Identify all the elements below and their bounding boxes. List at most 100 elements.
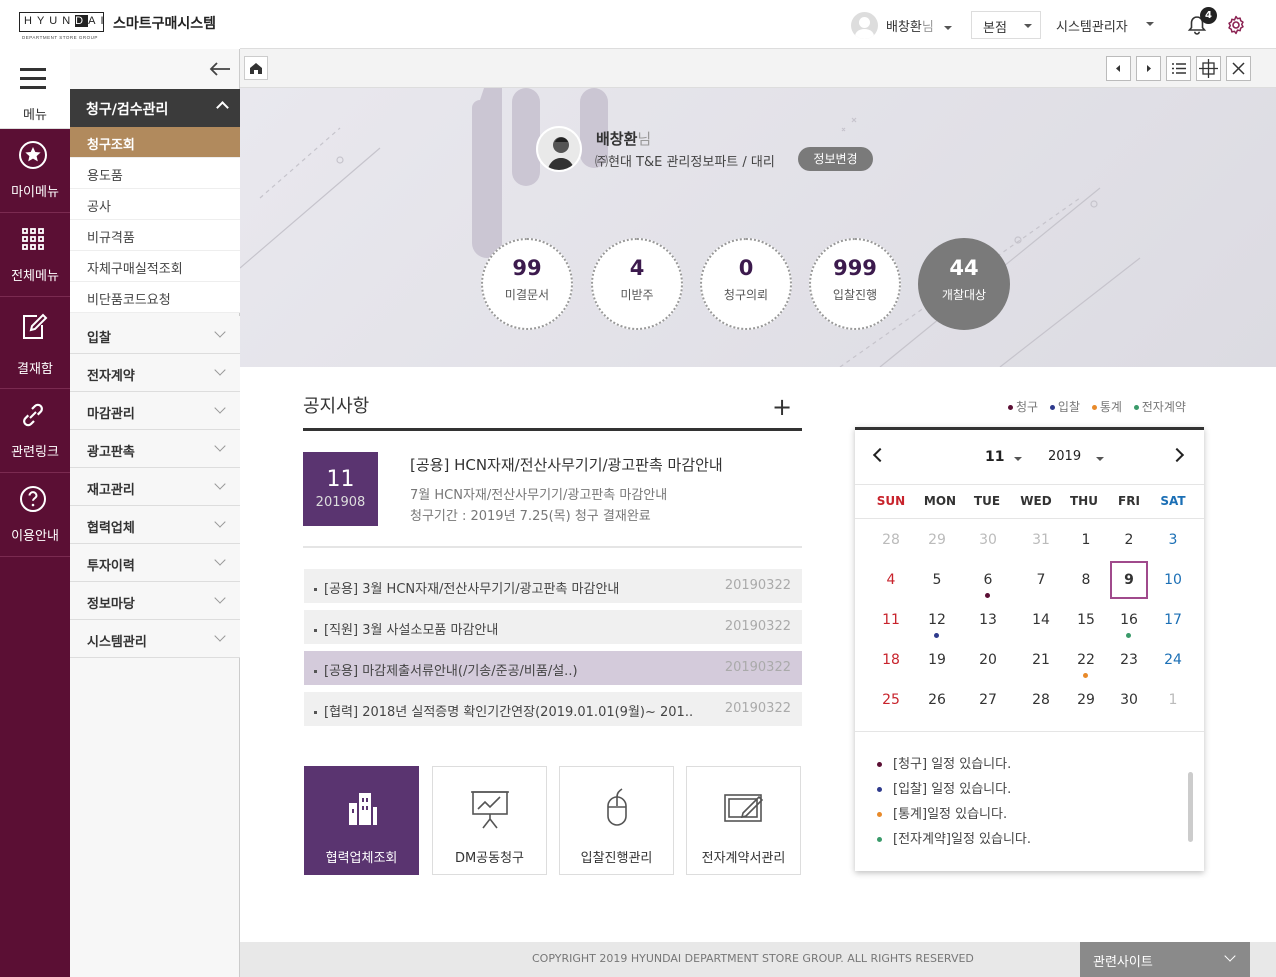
menu-button[interactable]: 메뉴 bbox=[0, 49, 70, 129]
subnav-section-header[interactable]: 청구/검수관리 bbox=[70, 89, 240, 127]
calendar-day[interactable]: 23 bbox=[1110, 641, 1148, 679]
tab-close-all-button[interactable] bbox=[1226, 56, 1251, 81]
calendar-day[interactable]: 26 bbox=[918, 681, 956, 719]
featured-notice-title[interactable]: [공용] HCN자재/전산사무기기/광고판촉 마감안내 bbox=[410, 454, 723, 475]
calendar-day[interactable]: 18 bbox=[872, 641, 910, 679]
calendar-day[interactable]: 29 bbox=[918, 521, 956, 559]
calendar-day[interactable]: 24 bbox=[1154, 641, 1192, 679]
stat-requests[interactable]: 0 청구의뢰 bbox=[700, 238, 792, 330]
chevron-down-icon bbox=[214, 440, 226, 452]
tab-fullscreen-button[interactable] bbox=[1196, 56, 1221, 81]
subnav-group[interactable]: 재고관리 bbox=[70, 468, 240, 506]
leftbar-item-allmenu[interactable]: 전체메뉴 bbox=[0, 213, 70, 297]
arrow-left-icon[interactable] bbox=[208, 60, 232, 78]
calendar-day[interactable]: 21 bbox=[1022, 641, 1060, 679]
calendar-year-select[interactable]: 2019 bbox=[1048, 449, 1081, 464]
stat-opening[interactable]: 44 개찰대상 bbox=[918, 238, 1010, 330]
user-menu[interactable]: 배창환님 bbox=[886, 16, 952, 35]
calendar-day[interactable]: 4 bbox=[872, 561, 910, 599]
calendar-day-today[interactable]: 9 bbox=[1110, 561, 1148, 599]
notice-row[interactable]: [공용] 3월 HCN자재/전산사무기기/광고판촉 마감안내 20190322 bbox=[304, 569, 802, 603]
tab-list-button[interactable] bbox=[1166, 56, 1191, 81]
calendar-day[interactable]: 13 bbox=[969, 601, 1007, 639]
branch-select[interactable]: 본점 bbox=[971, 11, 1041, 39]
subnav-item[interactable]: 용도품 bbox=[70, 158, 240, 189]
subnav-item[interactable]: 비단품코드요청 bbox=[70, 282, 240, 313]
notice-more-button[interactable]: + bbox=[772, 395, 792, 419]
calendar-month-select[interactable]: 11 bbox=[985, 449, 1004, 465]
home-button[interactable] bbox=[244, 56, 268, 80]
calendar-day[interactable]: 20 bbox=[969, 641, 1007, 679]
leftbar-item-links[interactable]: 관련링크 bbox=[0, 389, 70, 473]
gear-icon[interactable] bbox=[1226, 15, 1246, 35]
subnav-group[interactable]: 정보마당 bbox=[70, 582, 240, 620]
notice-row[interactable]: [직원] 3월 사설소모품 마감안내 20190322 bbox=[304, 610, 802, 644]
tab-next-button[interactable] bbox=[1136, 56, 1161, 81]
logo[interactable]: HYUNDAI DEPARTMENT STORE GROUP 스마트구매시스템 bbox=[0, 0, 240, 49]
quick-bid-management-button[interactable]: 입찰진행관리 bbox=[559, 766, 674, 875]
stat-bidding[interactable]: 999 입찰진행 bbox=[809, 238, 901, 330]
caret-down-icon[interactable] bbox=[1146, 22, 1154, 26]
stat-pending-docs[interactable]: 99 미결문서 bbox=[481, 238, 573, 330]
calendar-day[interactable]: 15 bbox=[1067, 601, 1105, 639]
quick-partner-search-button[interactable]: 협력업체조회 bbox=[304, 766, 419, 875]
featured-notice-period: 청구기간 : 2019년 7.25(목) 청구 결재완료 bbox=[410, 509, 651, 524]
calendar-day[interactable]: 17 bbox=[1154, 601, 1192, 639]
calendar-day[interactable]: 1 bbox=[1154, 681, 1192, 719]
calendar-day[interactable]: 11 bbox=[872, 601, 910, 639]
quick-button-label: 전자계약서관리 bbox=[701, 851, 786, 866]
subnav-item[interactable]: 비규격품 bbox=[70, 220, 240, 251]
subnav-item[interactable]: 공사 bbox=[70, 189, 240, 220]
leftbar-item-help[interactable]: 이용안내 bbox=[0, 473, 70, 557]
calendar-day[interactable]: 31 bbox=[1022, 521, 1060, 559]
calendar-day[interactable]: 10 bbox=[1154, 561, 1192, 599]
leftbar-item-approval[interactable]: 결재함 bbox=[0, 297, 70, 389]
edit-info-button[interactable]: 정보변경 bbox=[798, 147, 873, 171]
subnav-group[interactable]: 입찰 bbox=[70, 316, 240, 354]
subnav-item-active[interactable]: 청구조회 bbox=[70, 127, 240, 158]
caret-down-icon[interactable] bbox=[1096, 457, 1104, 461]
profile-suffix: 님 bbox=[637, 130, 652, 148]
subnav-group[interactable]: 투자이력 bbox=[70, 544, 240, 582]
calendar-day[interactable]: 28 bbox=[872, 521, 910, 559]
calendar-day[interactable]: 14 bbox=[1022, 601, 1060, 639]
calendar-day[interactable]: 22 bbox=[1067, 641, 1105, 679]
notice-row-highlighted[interactable]: [공용] 마감제출서류안내(/기송/준공/비품/설..) 20190322 bbox=[304, 651, 802, 685]
subnav-item[interactable]: 자체구매실적조회 bbox=[70, 251, 240, 282]
user-avatar[interactable] bbox=[851, 12, 878, 39]
calendar-day[interactable]: 27 bbox=[969, 681, 1007, 719]
calendar-day[interactable]: 29 bbox=[1067, 681, 1105, 719]
subnav-group[interactable]: 전자계약 bbox=[70, 354, 240, 392]
calendar-day[interactable]: 3 bbox=[1154, 521, 1192, 559]
calendar-day[interactable]: 2 bbox=[1110, 521, 1148, 559]
calendar-day[interactable]: 19 bbox=[918, 641, 956, 679]
chevron-right-icon[interactable] bbox=[1169, 447, 1185, 463]
calendar-day[interactable]: 30 bbox=[969, 521, 1007, 559]
calendar-day[interactable]: 25 bbox=[872, 681, 910, 719]
calendar-day[interactable]: 6 bbox=[969, 561, 1007, 599]
leftbar-item-mymenu[interactable]: 마이메뉴 bbox=[0, 129, 70, 213]
caret-down-icon[interactable] bbox=[1014, 457, 1022, 461]
calendar-day[interactable]: 7 bbox=[1022, 561, 1060, 599]
calendar-day[interactable]: 1 bbox=[1067, 521, 1105, 559]
calendar-day[interactable]: 28 bbox=[1022, 681, 1060, 719]
role-select[interactable]: 시스템관리자 bbox=[1056, 16, 1128, 35]
caret-left-icon bbox=[1116, 65, 1120, 72]
subnav-group[interactable]: 마감관리 bbox=[70, 392, 240, 430]
calendar-day[interactable]: 8 bbox=[1067, 561, 1105, 599]
quick-dm-joint-request-button[interactable]: DM공동청구 bbox=[432, 766, 547, 875]
subnav-group[interactable]: 협력업체 bbox=[70, 506, 240, 544]
notice-row[interactable]: [협력] 2018년 실적증명 확인기간연장(2019.01.01(9월)~ 2… bbox=[304, 692, 802, 726]
scrollbar[interactable] bbox=[1188, 772, 1193, 842]
calendar-day[interactable]: 12 bbox=[918, 601, 956, 639]
subnav-group[interactable]: 시스템관리 bbox=[70, 620, 240, 658]
related-sites-select[interactable]: 관련사이트 bbox=[1080, 942, 1250, 977]
tab-prev-button[interactable] bbox=[1106, 56, 1131, 81]
calendar-day[interactable]: 30 bbox=[1110, 681, 1148, 719]
chevron-left-icon[interactable] bbox=[872, 447, 888, 463]
quick-e-contract-button[interactable]: 전자계약서관리 bbox=[686, 766, 801, 875]
stat-unreceived[interactable]: 4 미받주 bbox=[591, 238, 683, 330]
calendar-day[interactable]: 16 bbox=[1110, 601, 1148, 639]
calendar-day[interactable]: 5 bbox=[918, 561, 956, 599]
subnav-group[interactable]: 광고판촉 bbox=[70, 430, 240, 468]
